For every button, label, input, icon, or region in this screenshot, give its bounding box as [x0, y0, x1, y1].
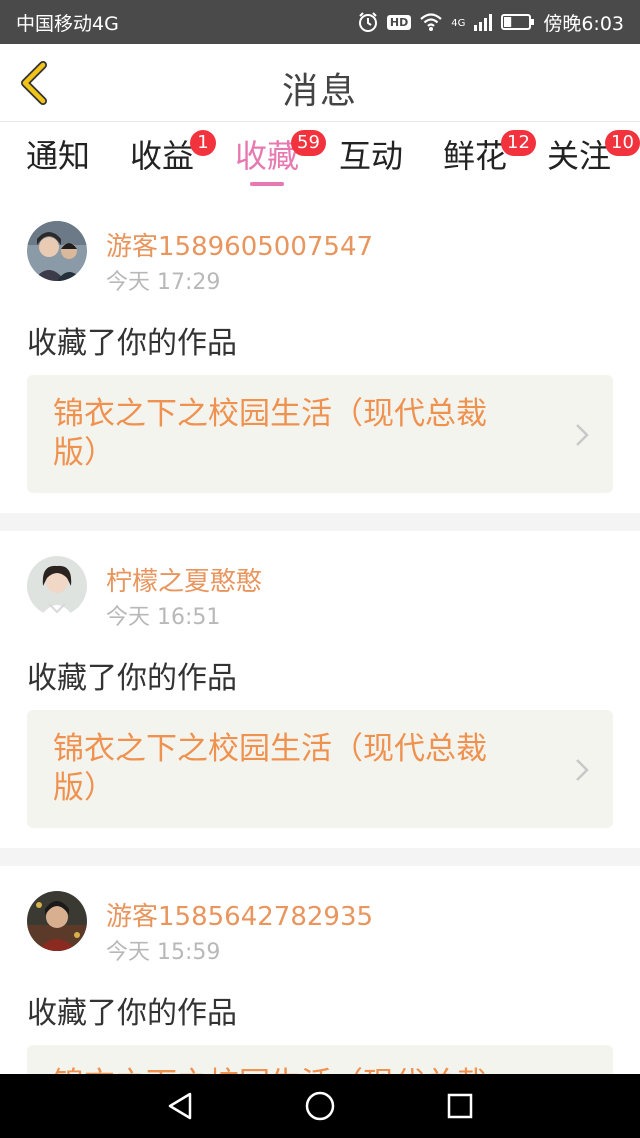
username[interactable]: 游客1585642782935 — [106, 896, 373, 933]
page-title: 消息 — [281, 71, 358, 112]
signal-icon — [473, 12, 493, 32]
back-triangle-icon — [168, 1092, 192, 1120]
timestamp: 今天 16:51 — [106, 605, 221, 630]
tab-label: 收益 — [130, 137, 195, 175]
avatar[interactable] — [27, 891, 87, 951]
wifi-icon — [419, 12, 443, 32]
tab-label: 互动 — [339, 137, 404, 175]
timestamp: 今天 17:29 — [106, 270, 221, 295]
hd-icon: HD — [386, 14, 412, 30]
avatar[interactable] — [27, 556, 87, 616]
tab-label: 通知 — [26, 137, 91, 175]
action-text: 收藏了你的作品 — [27, 661, 237, 696]
tab-label: 鲜花 — [443, 137, 508, 175]
chevron-right-icon — [576, 424, 589, 446]
tab-label: 关注 — [547, 137, 612, 175]
active-tab-indicator — [250, 182, 284, 186]
username[interactable]: 柠檬之夏憨憨 — [106, 561, 262, 598]
tab-badge: 10 — [605, 130, 640, 156]
tab-label: 收藏 — [235, 137, 300, 175]
list-item: 游客1589605007547 今天 17:29 收藏了你的作品 锦衣之下之校园… — [0, 196, 640, 513]
work-title: 锦衣之下之校园生活（现代总裁版） — [53, 396, 487, 471]
timestamp: 今天 15:59 — [106, 940, 221, 965]
list-item: 游客1585642782935 今天 15:59 收藏了你的作品 锦衣之下之校园… — [0, 866, 640, 1074]
status-bar: 中国移动4G HD 4G 傍晚6:03 — [0, 0, 640, 44]
tab-badge: 12 — [501, 130, 536, 156]
tab-favorites[interactable]: 收藏 59 — [235, 130, 326, 188]
status-icons: HD 4G 傍晚6:03 — [357, 9, 624, 36]
work-title: 锦衣之下之校园生活（现代总裁版） — [53, 1065, 533, 1074]
tab-notifications[interactable]: 通知 — [26, 136, 90, 188]
app-header: 消息 — [0, 44, 640, 122]
home-circle-icon — [305, 1091, 335, 1121]
work-link[interactable]: 锦衣之下之校园生活（现代总裁版） — [27, 375, 613, 493]
nav-recents-button[interactable] — [430, 1076, 490, 1136]
divider — [0, 513, 640, 531]
list-item: 柠檬之夏憨憨 今天 16:51 收藏了你的作品 锦衣之下之校园生活（现代总裁版） — [0, 531, 640, 848]
carrier-label: 中国移动4G — [16, 12, 119, 35]
work-link[interactable]: 锦衣之下之校园生活（现代总裁版） — [27, 710, 613, 828]
network-type-label: 4G — [451, 17, 466, 29]
alarm-icon — [357, 11, 379, 33]
avatar[interactable] — [27, 221, 87, 281]
tab-bar: 通知 收益 1 收藏 59 互动 鲜花 12 关注 10 — [0, 122, 640, 196]
divider — [0, 848, 640, 866]
message-feed[interactable]: 游客1589605007547 今天 17:29 收藏了你的作品 锦衣之下之校园… — [0, 196, 640, 1074]
nav-back-button[interactable] — [150, 1076, 210, 1136]
work-title: 锦衣之下之校园生活（现代总裁版） — [53, 731, 487, 806]
tab-follows[interactable]: 关注 10 — [547, 130, 640, 188]
action-text: 收藏了你的作品 — [27, 326, 237, 361]
tab-badge: 59 — [291, 130, 326, 156]
recents-square-icon — [447, 1093, 473, 1119]
tab-flowers[interactable]: 鲜花 12 — [443, 130, 536, 188]
clock-label: 傍晚6:03 — [543, 12, 624, 35]
tab-badge: 1 — [190, 130, 216, 156]
battery-icon — [501, 13, 535, 31]
username[interactable]: 游客1589605007547 — [106, 226, 373, 263]
chevron-right-icon — [576, 759, 589, 781]
tab-earnings[interactable]: 收益 1 — [130, 130, 216, 188]
work-link[interactable]: 锦衣之下之校园生活（现代总裁版） — [27, 1045, 613, 1074]
system-nav-bar — [0, 1074, 640, 1138]
nav-home-button[interactable] — [290, 1076, 350, 1136]
action-text: 收藏了你的作品 — [27, 996, 237, 1031]
tab-interactions[interactable]: 互动 — [339, 136, 403, 188]
